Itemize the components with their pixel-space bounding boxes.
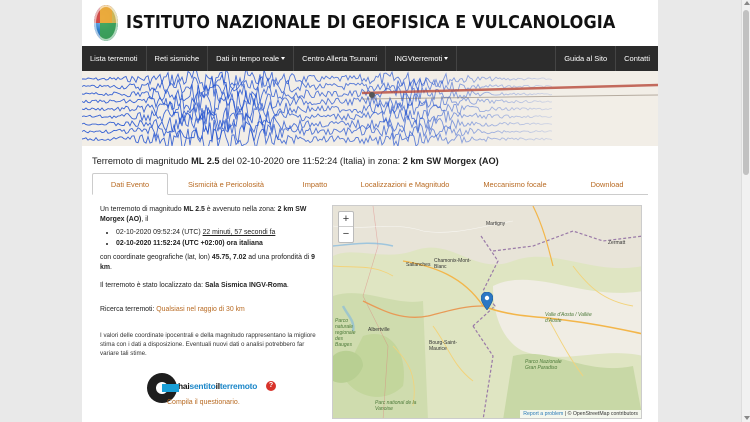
- ingv-globe-icon[interactable]: [94, 5, 119, 41]
- tab-sismicita-pericolosita[interactable]: Sismicità e Pericolosità: [168, 173, 284, 195]
- scroll-up-icon[interactable]: [744, 1, 750, 5]
- nav-centro-allerta-tsunami[interactable]: Centro Allerta Tsunami: [294, 46, 387, 71]
- map-label: Bourg-Saint-Maurice: [429, 340, 458, 352]
- search-earthquakes: Ricerca terremoti: Qualsiasi nel raggio …: [100, 306, 245, 313]
- report-problem-link[interactable]: Report a problem: [523, 411, 563, 417]
- tab-localizzazioni-magnitudo[interactable]: Localizzazioni e Magnitudo: [346, 173, 464, 195]
- utc-time: 02-10-2020 09:52:24 (UTC) 22 minuti, 57 …: [116, 228, 322, 238]
- caret-down-icon: [444, 57, 449, 60]
- map-attribution: Report a problem | © OpenStreetMap contr…: [520, 410, 641, 418]
- event-coordinates: con coordinate geografiche (lat, lon) 45…: [100, 254, 315, 271]
- seismograph-banner: [82, 71, 658, 146]
- map-label: Albertville: [368, 327, 390, 333]
- caret-down-icon: [281, 57, 286, 60]
- scrollbar-thumb[interactable]: [743, 10, 749, 175]
- event-located-by: Il terremoto è stato localizzato da: Sal…: [100, 282, 289, 289]
- zoom-in-button[interactable]: +: [339, 212, 353, 227]
- page-scrollbar[interactable]: [741, 0, 750, 422]
- nav-dati-tempo-reale[interactable]: Dati in tempo reale: [208, 46, 295, 71]
- tab-dati-evento[interactable]: Dati Evento: [92, 173, 168, 195]
- main-navbar: Lista terremoti Reti sismiche Dati in te…: [82, 46, 658, 71]
- page: ISTITUTO NAZIONALE DI GEOFISICA E VULCAN…: [82, 0, 658, 422]
- compila-questionario-link[interactable]: Compila il questionario.: [167, 399, 240, 406]
- nav-reti-sismiche[interactable]: Reti sismiche: [147, 46, 209, 71]
- tab-impatto[interactable]: Impatto: [284, 173, 346, 195]
- site-title[interactable]: ISTITUTO NAZIONALE DI GEOFISICA E VULCAN…: [126, 13, 615, 33]
- search-radius-link[interactable]: Qualsiasi nel raggio di 30 km: [156, 306, 244, 313]
- map-marker-icon[interactable]: [481, 292, 493, 310]
- map-label: Chamonix-Mont-Blanc: [434, 258, 471, 270]
- map-label: Parc national de la Vanoise: [375, 400, 417, 412]
- site-header: ISTITUTO NAZIONALE DI GEOFISICA E VULCAN…: [82, 0, 658, 46]
- seismograph-image: [82, 71, 658, 146]
- zoom-out-button[interactable]: −: [339, 227, 353, 242]
- time-ago: 22 minuti, 57 secondi fa: [202, 229, 276, 236]
- map-label: Martigny: [486, 221, 506, 227]
- nav-lista-terremoti[interactable]: Lista terremoti: [82, 46, 147, 71]
- tab-download[interactable]: Download: [566, 173, 648, 195]
- nav-ingvterremoti[interactable]: INGVterremoti: [386, 46, 458, 71]
- local-time: 02-10-2020 11:52:24 (UTC +02:00) ora ita…: [116, 239, 322, 249]
- map-label: Parco Nazionale Gran Paradiso: [525, 359, 562, 371]
- event-details: Un terremoto di magnitudo ML 2.5 è avven…: [100, 205, 322, 366]
- event-content: Un terremoto di magnitudo ML 2.5 è avven…: [92, 195, 648, 422]
- map-zoom-control: + −: [338, 211, 354, 243]
- hai-sentito-il-terremoto[interactable]: haisentitoilterremoto ? Compila il quest…: [142, 371, 276, 411]
- tab-meccanismo-focale[interactable]: Meccanismo focale: [464, 173, 566, 195]
- event-tabs: Dati Evento Sismicità e Pericolosità Imp…: [92, 173, 648, 195]
- map-label: Zermatt: [608, 240, 626, 246]
- map-label: Parco naturale regionale des Bauges: [335, 318, 356, 348]
- scroll-down-icon[interactable]: [744, 416, 750, 420]
- help-icon[interactable]: ?: [266, 381, 276, 391]
- event-times: 02-10-2020 09:52:24 (UTC) 22 minuti, 57 …: [116, 228, 322, 249]
- disclaimer: I valori delle coordinate ipocentrali e …: [100, 332, 316, 357]
- quake-title: Terremoto di magnitudo ML 2.5 del 02-10-…: [92, 156, 499, 166]
- nav-guida-al-sito[interactable]: Guida al Sito: [555, 46, 615, 71]
- hst-logo-text: haisentitoilterremoto: [178, 381, 258, 391]
- map-label: Valle d'Aosta / Vallée d'Aoste: [545, 312, 592, 324]
- nav-contatti[interactable]: Contatti: [615, 46, 658, 71]
- event-map[interactable]: + − Martigny Zermatt Chamonix-Mont-Blanc…: [332, 205, 642, 419]
- event-intro: Un terremoto di magnitudo ML 2.5 è avven…: [100, 206, 307, 223]
- map-label: Sallanches: [406, 262, 431, 268]
